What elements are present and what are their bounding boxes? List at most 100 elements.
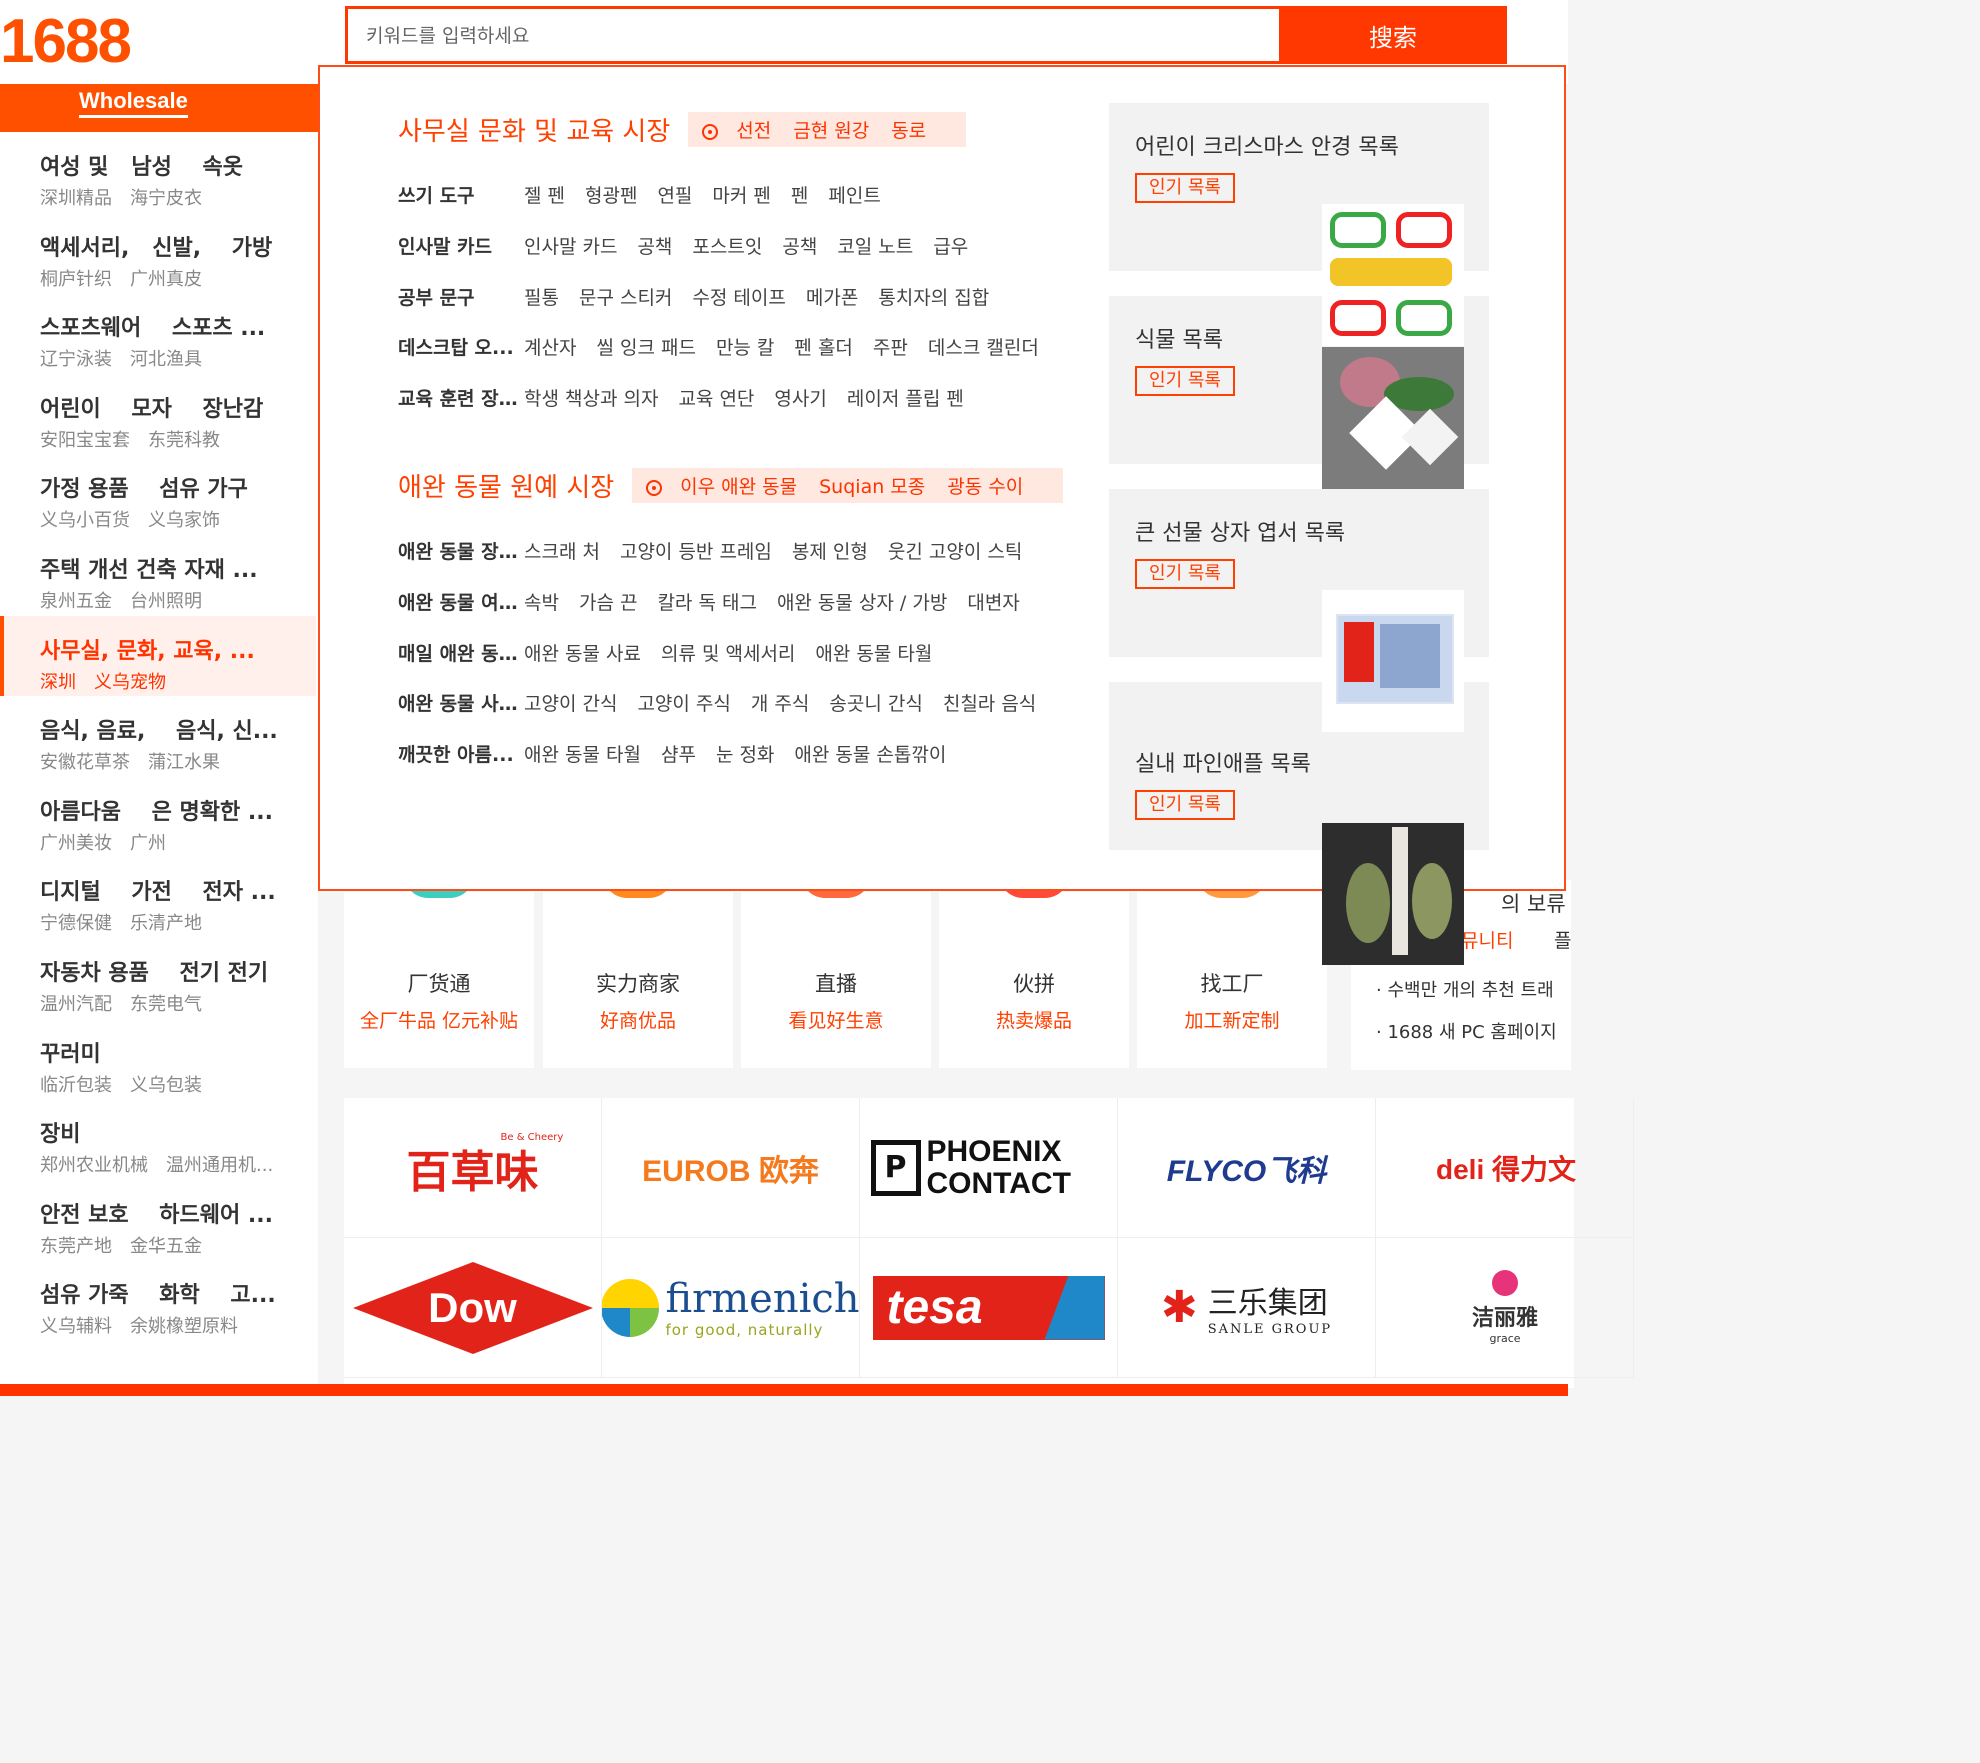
subcategory-link[interactable]: 수정 테이프	[692, 287, 785, 309]
category-sub-link[interactable]: 义乌宠物	[94, 672, 166, 693]
subcategory-label[interactable]: 매일 애완 동...	[398, 639, 520, 666]
sidebar-category[interactable]: 가정 용품 섬유 가구 义乌小百货 义乌家饰	[0, 454, 316, 534]
subcategory-link[interactable]: 속박	[524, 592, 559, 614]
category-title[interactable]: 섬유 가죽 화학 고...	[40, 1282, 280, 1310]
category-sub-link[interactable]: 广州真皮	[130, 269, 202, 290]
category-sub-link[interactable]: 义乌小百货	[40, 510, 130, 531]
subcategory-link[interactable]: 고양이 주식	[637, 693, 730, 715]
category-sub-link[interactable]: 广州	[130, 833, 166, 854]
category-sub-link[interactable]: 余姚橡塑原料	[130, 1316, 238, 1337]
subcategory-label[interactable]: 애완 동물 사...	[398, 689, 520, 716]
sidebar-category[interactable]: 액세서리, 신발, 가방 桐庐针织 广州真皮	[0, 213, 316, 293]
category-sub-link[interactable]: 义乌辅料	[40, 1316, 112, 1337]
subcategory-link[interactable]: 주판	[873, 337, 908, 359]
sidebar-category[interactable]: 스포츠웨어 스포츠 ... 辽宁泳装 河北渔具	[0, 293, 316, 373]
category-title[interactable]: 액세서리, 신발, 가방	[40, 235, 280, 263]
subcategory-link[interactable]: 마커 펜	[712, 185, 770, 207]
brand-dow[interactable]: Dow	[344, 1238, 602, 1378]
search-input[interactable]	[348, 9, 1298, 63]
category-sub-link[interactable]: 泉州五金	[40, 591, 112, 612]
subcategory-label[interactable]: 교육 훈련 장...	[398, 384, 520, 411]
subcategory-link[interactable]: 애완 동물 타월	[815, 643, 932, 665]
subcategory-link[interactable]: 교육 연단	[678, 388, 754, 410]
sidebar-category[interactable]: 디지털 가전 전자 ... 宁德保健 乐清产地	[0, 857, 316, 937]
category-title[interactable]: 자동차 용품 전기 전기	[40, 960, 280, 988]
subcategory-link[interactable]: 포스트잇	[692, 236, 762, 258]
subcategory-label[interactable]: 깨끗한 아름...	[398, 740, 520, 767]
category-sub-link[interactable]: 金华五金	[130, 1236, 202, 1257]
sidebar-category[interactable]: 자동차 용품 전기 전기 温州汽配 东莞电气	[0, 938, 316, 1018]
subcategory-label[interactable]: 애완 동물 여...	[398, 588, 520, 615]
sidebar-category[interactable]: 꾸러미 临沂包装 义乌包装	[0, 1019, 316, 1099]
feature-card[interactable]: 伙拼 热卖爆品	[939, 874, 1129, 1068]
subcategory-link[interactable]: 고양이 등반 프레임	[620, 541, 772, 563]
subcategory-link[interactable]: 송곳니 간식	[829, 693, 922, 715]
category-sub-link[interactable]: 温州通用机...	[166, 1155, 273, 1176]
category-title[interactable]: 디지털 가전 전자 ...	[40, 879, 280, 907]
subcategory-link[interactable]: 애완 동물 타월	[524, 744, 641, 766]
subcategory-link[interactable]: 칼라 독 태그	[657, 592, 756, 614]
subcategory-link[interactable]: 의류 및 액세서리	[661, 643, 795, 665]
subcategory-link[interactable]: 문구 스티커	[579, 287, 672, 309]
category-title[interactable]: 어린이 모자 장난감	[40, 396, 280, 424]
sidebar-category[interactable]: 주택 개선 건축 자재 ... 泉州五金 台州照明	[0, 535, 316, 615]
sidebar-category[interactable]: 안전 보호 하드웨어 ... 东莞产地 金华五金	[0, 1180, 316, 1260]
christmas-glasses-image[interactable]	[1322, 204, 1464, 346]
category-sub-link[interactable]: 乐清产地	[130, 913, 202, 934]
category-sub-link[interactable]: 东莞产地	[40, 1236, 112, 1257]
category-sub-link[interactable]: 河北渔具	[130, 349, 202, 370]
category-sub-link[interactable]: 安徽花草茶	[40, 752, 130, 773]
category-sub-link[interactable]: 台州照明	[130, 591, 202, 612]
category-title[interactable]: 가정 용품 섬유 가구	[40, 476, 280, 504]
subcategory-link[interactable]: 데스크 캘린더	[928, 337, 1039, 359]
subcategory-link[interactable]: 영사기	[774, 388, 826, 410]
brand-firmenich[interactable]: firmenich for good, naturally	[602, 1238, 860, 1378]
market-link[interactable]: 선전	[736, 120, 771, 142]
category-sub-link[interactable]: 东莞科教	[148, 430, 220, 451]
market-link[interactable]: 금현 원강	[793, 120, 869, 142]
brand-phoenix-contact[interactable]: P PHOENIX CONTACT	[860, 1098, 1118, 1238]
sidebar-category[interactable]: 장비 郑州农业机械 温州通用机...	[0, 1099, 316, 1179]
brand-baicaowei[interactable]: 百草味 Be & Cheery	[344, 1098, 602, 1238]
subcategory-link[interactable]: 펜	[791, 185, 808, 207]
subcategory-link[interactable]: 고양이 간식	[524, 693, 617, 715]
popular-list-button[interactable]: 인기 목록	[1135, 173, 1235, 203]
market-title[interactable]: 애완 동물 원예 시장	[398, 467, 614, 504]
search-button[interactable]: 搜索	[1279, 6, 1507, 64]
category-sub-link[interactable]: 东莞电气	[130, 994, 202, 1015]
category-title[interactable]: 스포츠웨어 스포츠 ...	[40, 315, 280, 343]
brand-tesa[interactable]: tesa	[860, 1238, 1118, 1378]
news-community-b[interactable]: 플	[1554, 926, 1571, 953]
feature-card[interactable]: 实力商家 好商优品	[543, 874, 733, 1068]
brand-eurob[interactable]: EUROB 欧奔	[602, 1098, 860, 1238]
subcategory-link[interactable]: 애완 동물 상자 / 가방	[777, 592, 947, 614]
category-title[interactable]: 음식, 음료, 음식, 신...	[40, 718, 280, 746]
subcategory-link[interactable]: 샴푸	[661, 744, 696, 766]
subcategory-link[interactable]: 애완 동물 사료	[524, 643, 641, 665]
popular-list-button[interactable]: 인기 목록	[1135, 559, 1235, 589]
market-link[interactable]: Suqian 모종	[819, 476, 925, 498]
subcategory-link[interactable]: 가슴 끈	[579, 592, 637, 614]
news-community-link[interactable]: 뮤니티	[1461, 926, 1513, 953]
sidebar-category[interactable]: 어린이 모자 장난감 安阳宝宝套 东莞科教	[0, 374, 316, 454]
category-sub-link[interactable]: 义乌包装	[130, 1075, 202, 1096]
popular-list-button[interactable]: 인기 목록	[1135, 790, 1235, 820]
market-title[interactable]: 사무실 문화 및 교육 시장	[398, 111, 670, 148]
subcategory-link[interactable]: 만능 칼	[716, 337, 774, 359]
subcategory-link[interactable]: 메가폰	[806, 287, 858, 309]
market-link[interactable]: 동로	[891, 120, 926, 142]
market-link[interactable]: 광동 수이	[947, 476, 1023, 498]
subcategory-label[interactable]: 공부 문구	[398, 283, 520, 310]
subcategory-label[interactable]: 애완 동물 장...	[398, 537, 520, 564]
subcategory-link[interactable]: 레이저 플립 펜	[847, 388, 964, 410]
sidebar-category[interactable]: 사무실, 문화, 교육, ... 深圳 义乌宠物	[0, 615, 316, 696]
gift-box-image[interactable]	[1322, 590, 1464, 732]
news-line[interactable]: · 수백만 개의 추천 트래	[1376, 976, 1554, 1002]
category-title[interactable]: 장비	[40, 1121, 280, 1149]
subcategory-label[interactable]: 쓰기 도구	[398, 181, 520, 208]
category-title[interactable]: 꾸러미	[40, 1041, 280, 1069]
brand-deli[interactable]: deli 得力文	[1376, 1098, 1634, 1238]
category-sub-link[interactable]: 海宁皮衣	[130, 188, 202, 209]
sidebar-category[interactable]: 음식, 음료, 음식, 신... 安徽花草茶 蒲江水果	[0, 696, 316, 776]
category-title[interactable]: 안전 보호 하드웨어 ...	[40, 1202, 280, 1230]
